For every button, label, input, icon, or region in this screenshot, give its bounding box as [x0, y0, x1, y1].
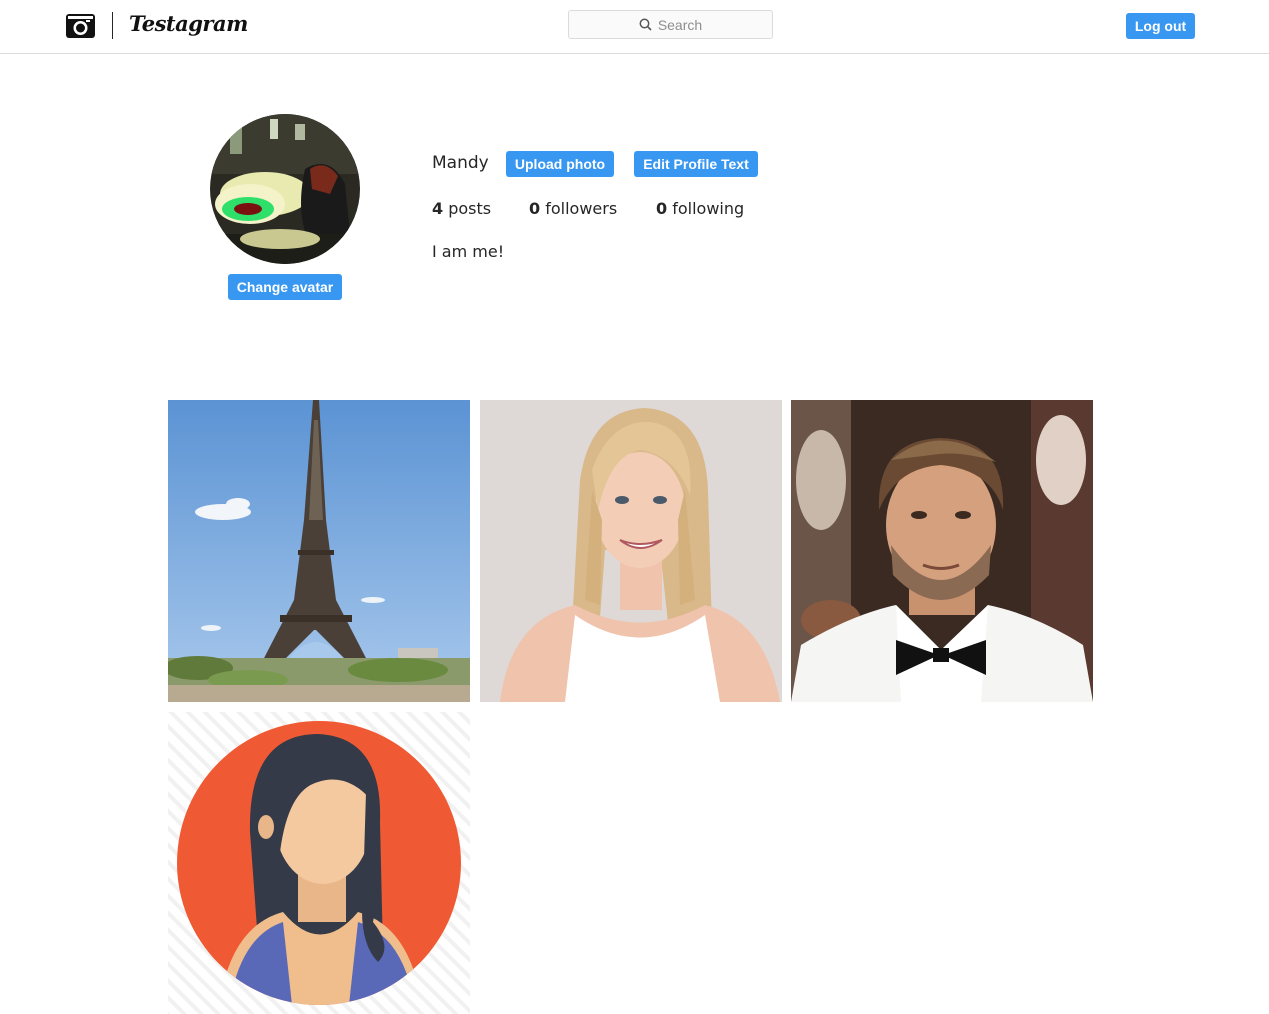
post-tile[interactable] [168, 400, 470, 702]
search-input[interactable]: Search [568, 10, 773, 39]
post-tile[interactable] [168, 712, 470, 1014]
upload-photo-button[interactable]: Upload photo [506, 151, 614, 177]
post-tile[interactable] [480, 400, 782, 702]
camera-logo-icon[interactable] [65, 11, 96, 40]
profile-username: Mandy [432, 153, 489, 173]
posts-stat: 4 posts [432, 199, 491, 218]
change-avatar-button[interactable]: Change avatar [228, 274, 342, 300]
eiffel-tower-photo [168, 400, 470, 702]
avatar-image [210, 114, 360, 264]
posts-label: posts [448, 199, 492, 218]
followers-stat[interactable]: 0 followers [529, 199, 617, 218]
blonde-woman-portrait-photo [480, 400, 782, 702]
followers-label: followers [545, 199, 618, 218]
search-icon [639, 18, 652, 31]
posts-count: 4 [432, 199, 444, 218]
search-placeholder: Search [657, 16, 703, 33]
edit-profile-text-button[interactable]: Edit Profile Text [634, 151, 758, 177]
profile-bio: I am me! [432, 242, 505, 261]
following-label: following [672, 199, 745, 218]
woman-avatar-illustration [168, 712, 470, 1014]
top-nav-bar: Testagram Search Log out [0, 0, 1269, 54]
post-tile[interactable] [791, 400, 1093, 702]
following-stat[interactable]: 0 following [656, 199, 744, 218]
avatar [210, 114, 360, 264]
followers-count: 0 [529, 199, 541, 218]
following-count: 0 [656, 199, 668, 218]
logout-button[interactable]: Log out [1126, 13, 1195, 39]
man-in-tuxedo-photo [791, 400, 1093, 702]
brand-wordmark[interactable]: Testagram [129, 11, 248, 36]
logo-divider [112, 12, 113, 39]
